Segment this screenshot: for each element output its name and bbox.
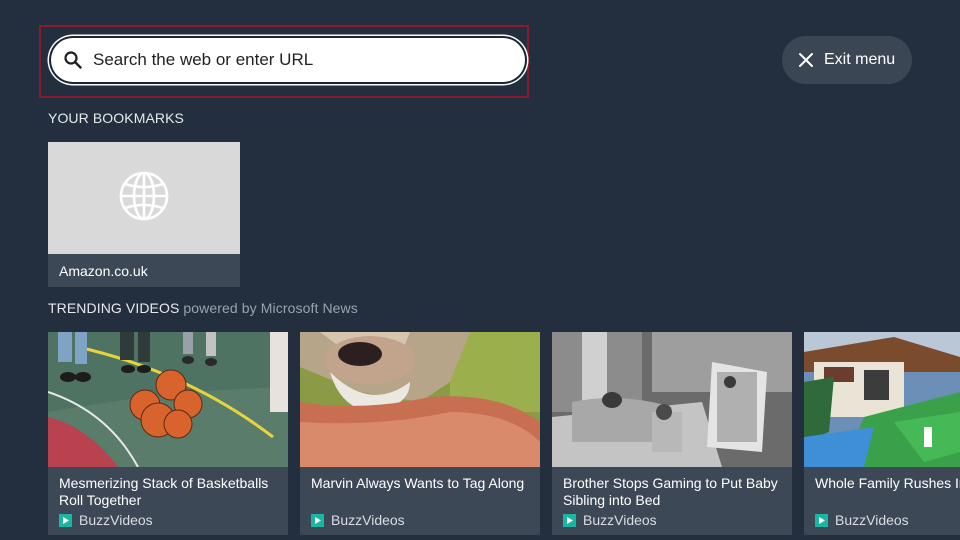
video-source-label: BuzzVideos: [331, 512, 405, 528]
video-source: BuzzVideos: [552, 512, 792, 528]
video-thumbnail: [804, 332, 960, 467]
video-title: Marvin Always Wants to Tag Along: [311, 475, 525, 491]
bookmark-tile[interactable]: Amazon.co.uk: [48, 142, 240, 287]
video-card[interactable]: Marvin Always Wants to Tag Along BuzzVid…: [300, 332, 540, 535]
play-icon: [815, 513, 828, 527]
video-source-label: BuzzVideos: [79, 512, 153, 528]
search-icon: [63, 50, 83, 70]
video-title: Brother Stops Gaming to Put Baby Sibling…: [563, 475, 778, 508]
video-card[interactable]: Brother Stops Gaming to Put Baby Sibling…: [552, 332, 792, 535]
trending-heading-text: TRENDING VIDEOS: [48, 300, 180, 316]
exit-menu-label: Exit menu: [824, 51, 896, 68]
play-icon: [311, 513, 324, 527]
bookmark-thumbnail: [48, 142, 240, 254]
video-source-label: BuzzVideos: [583, 512, 657, 528]
trending-powered-by: powered by Microsoft News: [183, 300, 358, 316]
close-icon: [798, 52, 814, 68]
trending-heading: TRENDING VIDEOS powered by Microsoft New…: [48, 300, 358, 316]
video-source: BuzzVideos: [48, 512, 288, 528]
video-thumbnail: [552, 332, 792, 467]
video-card[interactable]: Whole Family Rushes In Toddler From Pool…: [804, 332, 960, 535]
video-source: BuzzVideos: [300, 512, 540, 528]
search-input[interactable]: [91, 49, 495, 71]
video-title: Whole Family Rushes In Toddler From Pool: [815, 475, 960, 491]
play-icon: [59, 513, 72, 527]
bookmark-label: Amazon.co.uk: [48, 254, 240, 287]
video-card[interactable]: Mesmerizing Stack of Basketballs Roll To…: [48, 332, 288, 535]
bookmarks-heading: YOUR BOOKMARKS: [48, 110, 184, 126]
video-thumbnail: [300, 332, 540, 467]
globe-icon: [118, 170, 170, 227]
video-thumbnail: [48, 332, 288, 467]
video-source-label: BuzzVideos: [835, 512, 909, 528]
search-bar[interactable]: [49, 36, 527, 84]
exit-menu-button[interactable]: Exit menu: [782, 36, 912, 84]
video-title: Mesmerizing Stack of Basketballs Roll To…: [59, 475, 269, 508]
browser-start-page: Exit menu YOUR BOOKMARKS Amazon.c: [0, 0, 960, 540]
play-icon: [563, 513, 576, 527]
video-source: BuzzVideos: [804, 512, 960, 528]
bookmarks-heading-text: YOUR BOOKMARKS: [48, 110, 184, 126]
